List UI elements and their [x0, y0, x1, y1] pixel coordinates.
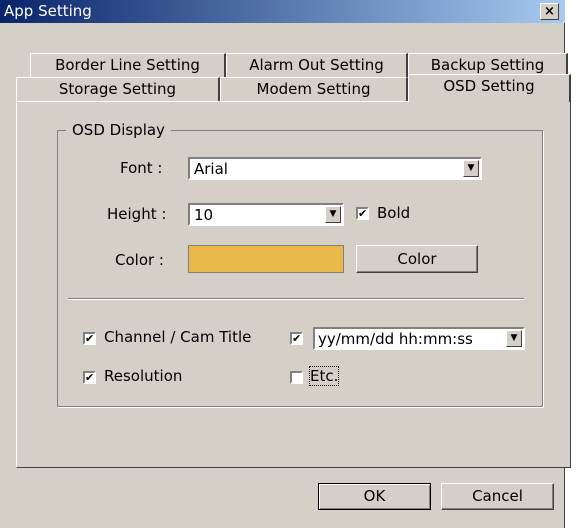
- title-bar[interactable]: App Setting ×: [0, 0, 565, 23]
- window-title: App Setting: [4, 2, 92, 20]
- tab-osd-setting[interactable]: OSD Setting: [408, 74, 571, 102]
- font-label: Font :: [120, 159, 163, 177]
- bold-checkbox[interactable]: ✔: [356, 207, 369, 220]
- color-swatch: [188, 245, 344, 273]
- height-label: Height :: [107, 205, 167, 223]
- ok-button[interactable]: OK: [318, 483, 431, 510]
- chevron-down-icon[interactable]: ▼: [325, 206, 341, 223]
- separator: [68, 298, 524, 300]
- etc-label: Etc.: [308, 366, 340, 386]
- color-button[interactable]: Color: [356, 245, 478, 273]
- date-format-select[interactable]: yy/mm/dd hh:mm:ss ▼: [313, 327, 525, 350]
- bold-label: Bold: [377, 204, 411, 222]
- tab-modem-setting[interactable]: Modem Setting: [220, 77, 408, 102]
- color-label: Color :: [115, 251, 164, 269]
- height-select-value: 10: [194, 206, 214, 224]
- cancel-button[interactable]: Cancel: [441, 483, 554, 510]
- height-select[interactable]: 10 ▼: [188, 203, 344, 226]
- tab-alarm-out-setting[interactable]: Alarm Out Setting: [226, 53, 408, 78]
- tab-border-line-setting[interactable]: Border Line Setting: [30, 53, 226, 78]
- etc-checkbox[interactable]: [290, 371, 303, 384]
- chevron-down-icon[interactable]: ▼: [463, 160, 479, 177]
- channel-cam-title-checkbox[interactable]: ✔: [83, 332, 96, 345]
- tab-storage-setting[interactable]: Storage Setting: [16, 77, 220, 102]
- date-format-value: yy/mm/dd hh:mm:ss: [318, 330, 473, 348]
- app-setting-dialog: App Setting × Border Line Setting Alarm …: [0, 0, 571, 528]
- osd-display-legend: OSD Display: [66, 121, 171, 139]
- chevron-down-icon[interactable]: ▼: [506, 330, 522, 347]
- date-format-checkbox[interactable]: ✔: [290, 332, 303, 345]
- close-button[interactable]: ×: [540, 3, 559, 20]
- font-select[interactable]: Arial ▼: [188, 157, 482, 180]
- channel-cam-title-label: Channel / Cam Title: [104, 328, 252, 346]
- resolution-label: Resolution: [104, 367, 183, 385]
- resolution-checkbox[interactable]: ✔: [83, 371, 96, 384]
- font-select-value: Arial: [194, 160, 228, 178]
